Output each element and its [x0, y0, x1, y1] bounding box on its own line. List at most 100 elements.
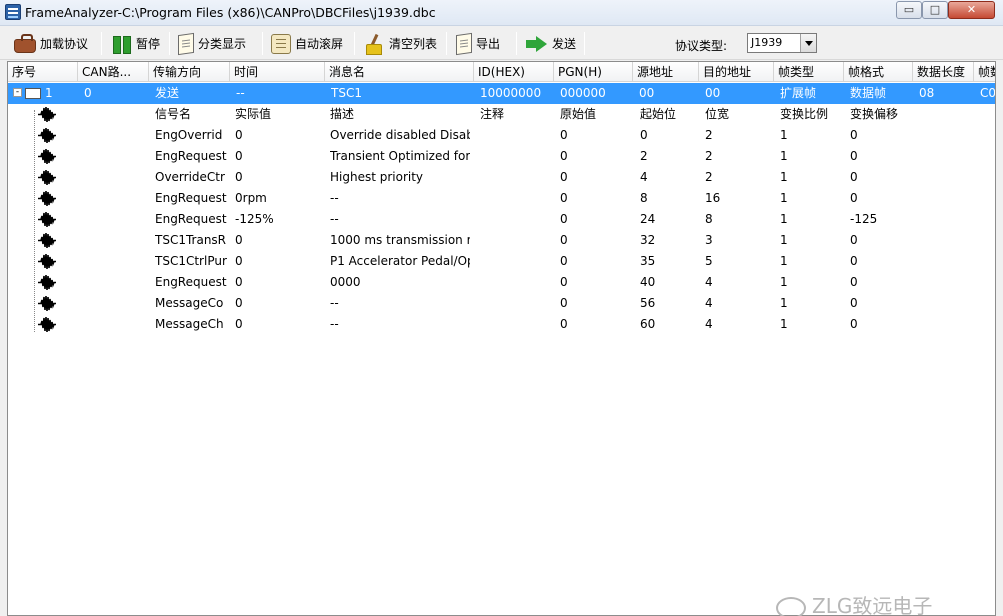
column-header[interactable]: 源地址 [633, 62, 699, 82]
signal-start: 32 [640, 233, 656, 247]
column-header[interactable]: 消息名 [325, 62, 474, 82]
frame-dst: 00 [705, 86, 721, 100]
export-document-icon [456, 32, 472, 55]
signal-row[interactable]: MessageCo 0 -- 0 56 4 1 0 [8, 293, 995, 314]
signal-factor: 1 [780, 296, 788, 310]
signal-offset: 0 [850, 317, 858, 331]
signal-offset: 0 [850, 233, 858, 247]
signal-raw: 0 [560, 296, 568, 310]
frame-id-hex: 10000000 [480, 86, 542, 100]
column-header[interactable]: 帧格式 [844, 62, 913, 82]
send-label: 发送 [552, 37, 577, 51]
minimize-button[interactable]: ▭ [896, 1, 922, 19]
frame-icon [25, 88, 41, 99]
signal-factor: 1 [780, 317, 788, 331]
signal-desc: Transient Optimized for [330, 149, 470, 163]
signal-desc: -- [330, 317, 339, 331]
close-button[interactable]: ✕ [948, 1, 995, 19]
signal-note [480, 293, 550, 314]
signal-note [480, 314, 550, 335]
signal-name: EngOverrid [155, 128, 223, 142]
signal-wave-icon [38, 316, 56, 333]
frame-channel: 0 [84, 86, 92, 100]
load-protocol-button[interactable]: 加载协议 [9, 30, 93, 57]
signal-row[interactable]: EngOverrid 0 Override disabled Disab 0 0 2 1 0 [8, 125, 995, 146]
column-header[interactable]: 数据长度 [913, 62, 974, 82]
signal-start: 60 [640, 317, 656, 331]
maximize-button[interactable]: □ [922, 1, 948, 19]
signal-row[interactable]: EngRequest 0rpm -- 0 8 16 1 0 [8, 188, 995, 209]
column-header[interactable]: ID(HEX) [474, 62, 554, 82]
title-bar: FrameAnalyzer-C:\Program Files (x86)\CAN… [0, 0, 1003, 26]
frame-frame-type: 扩展帧 [780, 86, 817, 100]
clear-list-label: 清空列表 [389, 37, 438, 51]
signal-row[interactable]: EngRequest 0 Transient Optimized for 0 2 2 1 0 [8, 146, 995, 167]
column-header[interactable]: PGN(H) [554, 62, 633, 82]
signal-width: 2 [705, 149, 713, 163]
toolbar-separator [446, 32, 447, 55]
signal-row[interactable]: EngRequest 0 0000 0 40 4 1 0 [8, 272, 995, 293]
signal-value: 0 [235, 317, 243, 331]
signal-start: 24 [640, 212, 656, 226]
frame-name: TSC1 [331, 86, 362, 100]
frame-dlc: 08 [919, 86, 935, 100]
signal-note [480, 146, 550, 167]
auto-scroll-button[interactable]: 自动滚屏 [266, 30, 348, 57]
chevron-down-icon[interactable] [800, 34, 816, 52]
toolbar-separator [169, 32, 170, 55]
signal-start: 4 [640, 170, 648, 184]
signal-value: 0 [235, 296, 243, 310]
watermark-text: ZLG致远电子 [812, 594, 933, 616]
signal-raw: 0 [560, 317, 568, 331]
column-header[interactable]: 帧类型 [774, 62, 844, 82]
signal-name: MessageCh [155, 317, 224, 331]
signal-name: EngRequest [155, 275, 227, 289]
load-protocol-label: 加载协议 [40, 37, 89, 51]
signal-name: MessageCo [155, 296, 224, 310]
signal-row[interactable]: EngRequest -125% -- 0 24 8 1 -125 [8, 209, 995, 230]
send-arrow-icon [526, 35, 548, 52]
pause-icon [110, 34, 132, 54]
export-button[interactable]: 导出 [451, 30, 505, 57]
signal-name: EngRequest [155, 212, 227, 226]
collapse-toggle-icon[interactable]: - [13, 88, 22, 97]
classify-display-button[interactable]: 分类显示 [173, 30, 251, 57]
watermark: ZLG致远电子 [776, 590, 932, 616]
pause-button[interactable]: 暂停 [105, 30, 165, 57]
column-header[interactable]: 目的地址 [699, 62, 774, 82]
column-header[interactable]: CAN路... [78, 62, 149, 82]
column-header[interactable]: 序号 [8, 62, 78, 82]
signal-raw: 0 [560, 149, 568, 163]
frame-grid[interactable]: 序号 CAN路... 传输方向 时间 消息名 ID(HEX) PGN(H) 源地址 目的地址 帧类… [7, 61, 996, 616]
signal-width: 4 [705, 275, 713, 289]
send-button[interactable]: 发送 [521, 30, 581, 57]
signal-column-header: 变换比例 [780, 107, 829, 121]
signal-row[interactable]: MessageCh 0 -- 0 60 4 1 0 [8, 314, 995, 335]
signal-column-header: 描述 [330, 107, 355, 121]
protocol-type-select[interactable]: J1939 [747, 33, 817, 53]
signal-start: 2 [640, 149, 648, 163]
signal-offset: 0 [850, 128, 858, 142]
signal-desc: Highest priority [330, 170, 424, 184]
column-header[interactable]: 传输方向 [149, 62, 230, 82]
frame-row[interactable]: -1 0 发送 -- TSC1 10000000 000000 00 00 扩展帧 数据帧 08 C0 [8, 83, 996, 104]
signal-row[interactable]: TSC1CtrlPur 0 P1 Accelerator Pedal/Op 0 35 5 1… [8, 251, 995, 272]
signal-name: EngRequest [155, 191, 227, 205]
signal-value: 0rpm [235, 191, 267, 205]
app-icon [5, 4, 21, 20]
signal-wave-icon [38, 253, 56, 270]
frame-data: C0 [980, 86, 996, 100]
column-header[interactable]: 帧数 [974, 62, 995, 82]
signal-row[interactable]: OverrideCtr 0 Highest priority 0 4 2 1 0 [8, 167, 995, 188]
signal-wave-icon [38, 148, 56, 165]
auto-scroll-label: 自动滚屏 [295, 37, 344, 51]
signal-offset: 0 [850, 296, 858, 310]
signal-start: 8 [640, 191, 648, 205]
signal-name: TSC1CtrlPur [155, 254, 227, 268]
briefcase-icon [14, 33, 36, 53]
frame-direction: 发送 [155, 86, 180, 100]
signal-desc: -- [330, 191, 339, 205]
signal-row[interactable]: TSC1TransR 0 1000 ms transmission ra 0 32 3 1 0 [8, 230, 995, 251]
clear-list-button[interactable]: 清空列表 [358, 30, 442, 57]
column-header[interactable]: 时间 [230, 62, 325, 82]
